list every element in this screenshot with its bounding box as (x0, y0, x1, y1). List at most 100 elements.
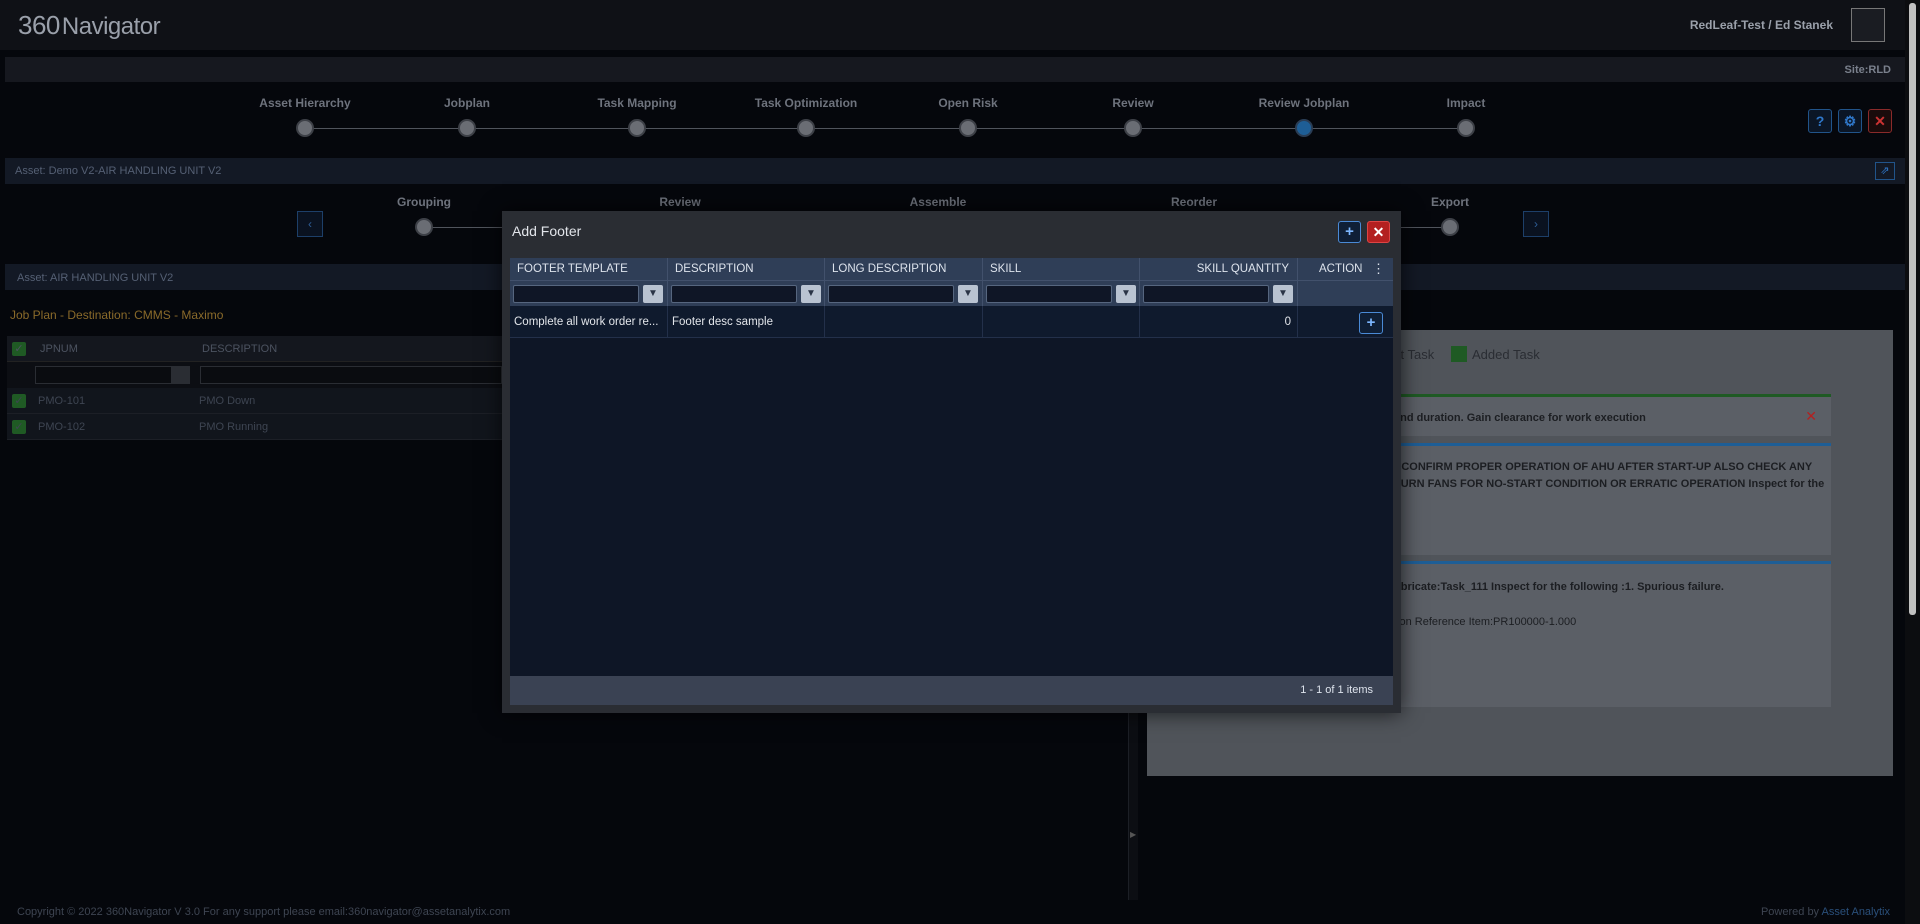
step-open-risk[interactable]: Open Risk (883, 96, 1053, 137)
description-filter-input[interactable] (200, 366, 502, 384)
step-dot[interactable] (296, 119, 314, 137)
app-logo: 360Navigator (18, 10, 161, 41)
filter-icon[interactable]: ▼ (1273, 285, 1293, 303)
row-checkbox[interactable]: ✓ (12, 394, 26, 408)
skill-filter-input[interactable] (986, 285, 1112, 303)
task-card-text: and duration. Gain clearance for work ex… (1394, 412, 1646, 424)
close-button[interactable]: ✕ (1868, 109, 1892, 133)
asset-bar-label: Asset: Demo V2-AIR HANDLING UNIT V2 (15, 165, 222, 177)
jobplan-filter-row (7, 362, 502, 388)
column-header-long-description[interactable]: LONG DESCRIPTION (825, 258, 983, 280)
row-jpnum: PMO-102 (38, 421, 86, 433)
jobplan-title: Job Plan - Destination: CMMS - Maximo (10, 308, 224, 322)
footer-grid-header: FOOTER TEMPLATE DESCRIPTION LONG DESCRIP… (510, 258, 1393, 280)
column-menu-icon[interactable]: ⋮ (1372, 262, 1385, 275)
step-label: Open Risk (938, 96, 998, 110)
copyright-text: Copyright © 2022 360Navigator V 3.0 For … (17, 906, 511, 918)
skill-quantity-filter-input[interactable] (1143, 285, 1269, 303)
collapse-arrow-icon: ▶ (1130, 830, 1137, 839)
step-label: Impact (1446, 96, 1486, 110)
description-filter-input[interactable] (671, 285, 797, 303)
step-export[interactable]: Export (1365, 195, 1535, 236)
filter-icon[interactable]: ▼ (1116, 285, 1136, 303)
step-review[interactable]: Review (1048, 96, 1218, 137)
step-dot[interactable] (1441, 218, 1459, 236)
step-dot[interactable] (628, 119, 646, 137)
next-button[interactable]: › (1523, 211, 1549, 237)
step-label: Assemble (909, 195, 967, 209)
footer-template-filter-input[interactable] (513, 285, 639, 303)
grid-pager: 1 - 1 of 1 items (510, 676, 1393, 705)
filter-icon[interactable]: ▼ (643, 285, 663, 303)
legend-added-label: Added Task (1472, 347, 1540, 362)
close-icon: ✕ (1372, 224, 1385, 240)
step-review-jobplan[interactable]: Review Jobplan (1219, 96, 1389, 137)
filter-icon[interactable]: ▼ (958, 285, 978, 303)
add-footer-row-button[interactable]: + (1359, 312, 1383, 334)
step-label: Review Jobplan (1258, 96, 1350, 110)
step-dot[interactable] (1124, 119, 1142, 137)
powered-by-label: Powered by (1760, 906, 1822, 918)
step-impact[interactable]: Impact (1381, 96, 1551, 137)
logo-prefix: 360 (18, 10, 60, 40)
help-icon: ? (1815, 113, 1825, 129)
filter-cell: ▼ (825, 281, 983, 307)
step-dot[interactable] (959, 119, 977, 137)
column-header-description[interactable]: DESCRIPTION (202, 343, 277, 355)
step-asset-hierarchy[interactable]: Asset Hierarchy (220, 96, 390, 137)
cell-description: Footer desc sample (668, 306, 825, 338)
step-task-optimization[interactable]: Task Optimization (721, 96, 891, 137)
row-checkbox[interactable]: ✓ (12, 420, 26, 434)
table-row[interactable]: ✓ PMO-101 PMO Down (7, 388, 502, 414)
cell-skill-quantity: 0 (1140, 306, 1298, 338)
step-label: Task Mapping (597, 96, 677, 110)
column-header-skill[interactable]: SKILL (983, 258, 1140, 280)
jobplan-grid: ✓ JPNUM DESCRIPTION ✓ PMO-101 PMO Down ✓… (7, 336, 502, 440)
dialog-add-button[interactable]: + (1338, 221, 1361, 243)
powered-by-link[interactable]: Asset Analytix (1822, 906, 1890, 918)
step-dot[interactable] (458, 119, 476, 137)
jpnum-filter-input[interactable] (35, 366, 172, 384)
asset-bar-secondary-label: Asset: AIR HANDLING UNIT V2 (17, 272, 174, 284)
step-dot-active[interactable] (1295, 119, 1313, 137)
select-all-checkbox[interactable]: ✓ (12, 342, 26, 356)
dialog-close-button[interactable]: ✕ (1367, 221, 1390, 243)
step-jobplan[interactable]: Jobplan (382, 96, 552, 137)
scrollbar-thumb[interactable] (1909, 3, 1916, 615)
row-description: PMO Running (199, 421, 269, 433)
task-card-text: ubricate:Task_111 Inspect for the follow… (1394, 581, 1724, 593)
step-task-mapping[interactable]: Task Mapping (552, 96, 722, 137)
task-card-text: tion Reference Item:PR100000-1.000 (1394, 616, 1577, 628)
avatar[interactable] (1851, 8, 1885, 42)
external-link-button[interactable]: ⇗ (1875, 162, 1895, 180)
filter-icon[interactable]: ▼ (801, 285, 821, 303)
chevron-left-icon: ‹ (308, 217, 312, 231)
step-label: Asset Hierarchy (259, 96, 351, 110)
step-sub-review[interactable]: Review (595, 195, 765, 209)
step-dot[interactable] (415, 218, 433, 236)
filter-icon[interactable] (172, 366, 190, 384)
cell-long-description (825, 306, 983, 338)
table-row[interactable]: ✓ PMO-102 PMO Running (7, 414, 502, 440)
settings-button[interactable]: ⚙ (1838, 109, 1862, 133)
step-grouping[interactable]: Grouping (339, 195, 509, 236)
plus-icon: + (1366, 314, 1376, 331)
table-row[interactable]: Complete all work order re... Footer des… (510, 306, 1393, 338)
step-label: Jobplan (443, 96, 490, 110)
prev-button[interactable]: ‹ (297, 211, 323, 237)
column-header-skill-quantity[interactable]: SKILL QUANTITY (1140, 258, 1298, 280)
remove-task-icon[interactable]: ✕ (1805, 408, 1817, 425)
step-reorder[interactable]: Reorder (1109, 195, 1279, 209)
long-description-filter-input[interactable] (828, 285, 954, 303)
page-scrollbar[interactable] (1905, 0, 1920, 924)
column-header-description[interactable]: DESCRIPTION (668, 258, 825, 280)
help-button[interactable]: ? (1808, 109, 1832, 133)
step-dot[interactable] (1457, 119, 1475, 137)
cell-skill (983, 306, 1140, 338)
column-header-footer-template[interactable]: FOOTER TEMPLATE (510, 258, 668, 280)
step-assemble[interactable]: Assemble (853, 195, 1023, 209)
column-header-jpnum[interactable]: JPNUM (40, 343, 78, 355)
logo-name: Navigator (61, 13, 161, 40)
chevron-right-icon: › (1534, 217, 1538, 231)
step-dot[interactable] (797, 119, 815, 137)
